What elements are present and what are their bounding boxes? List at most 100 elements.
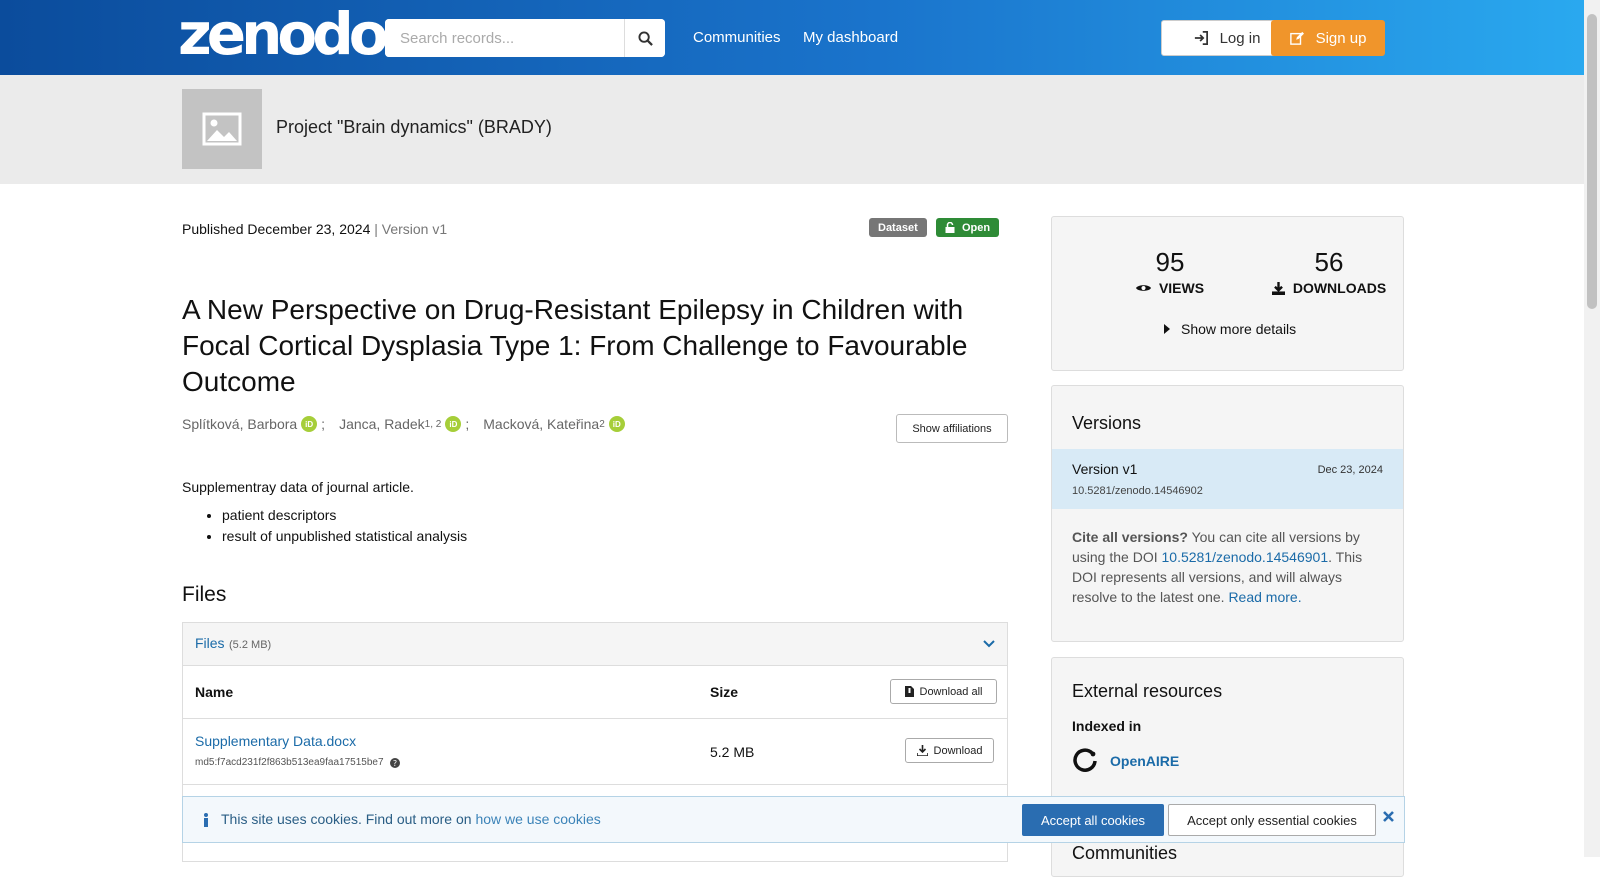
versions-card: Versions Version v1 Dec 23, 2024 10.5281… xyxy=(1051,385,1404,642)
version-text: | Version v1 xyxy=(374,221,448,237)
creator-separator: ; xyxy=(321,416,326,432)
version-doi: 10.5281/zenodo.14546902 xyxy=(1072,485,1203,497)
search-icon xyxy=(637,30,653,46)
search-box xyxy=(385,19,665,57)
close-icon[interactable] xyxy=(1383,811,1394,822)
show-affiliations-button[interactable]: Show affiliations xyxy=(896,414,1008,443)
creator-name: Janca, Radek xyxy=(339,416,425,432)
read-more-link[interactable]: Read more. xyxy=(1228,589,1301,605)
files-total-size: (5.2 MB) xyxy=(229,639,272,651)
badge-label: Dataset xyxy=(878,221,918,234)
orcid-icon[interactable]: iD xyxy=(608,416,625,432)
views-label: VIEWS xyxy=(1158,280,1205,296)
views-count: 95 xyxy=(1155,247,1185,277)
file-size: 5.2 MB xyxy=(710,744,755,760)
download-all-label: Download all xyxy=(919,685,983,698)
creator-item[interactable]: Janca, Radek 1, 2 iD xyxy=(339,416,462,432)
affiliation-sup: 1, 2 xyxy=(424,418,442,430)
creator-item[interactable]: Splítková, Barbora iD xyxy=(182,416,318,432)
cookie-policy-link[interactable]: how we use cookies xyxy=(475,811,600,827)
downloads-count: 56 xyxy=(1314,247,1344,277)
download-button[interactable]: Download xyxy=(905,738,994,763)
description-list: patient descriptors result of unpublishe… xyxy=(182,505,467,547)
scrollbar-thumb[interactable] xyxy=(1587,14,1597,309)
orcid-icon[interactable]: iD xyxy=(301,416,318,432)
sign-in-icon xyxy=(1194,31,1208,45)
image-placeholder-icon xyxy=(202,112,242,146)
creator-separator: ; xyxy=(465,416,470,432)
communities-heading: Communities xyxy=(1072,843,1178,863)
svg-text:?: ? xyxy=(392,759,396,768)
external-resources-card: External resources Indexed in OpenAIRE C… xyxy=(1051,657,1404,877)
caret-right-icon xyxy=(1164,324,1170,334)
unlock-icon xyxy=(945,222,955,233)
download-label: Download xyxy=(933,744,983,757)
external-resources-heading: External resources xyxy=(1072,681,1223,701)
creator-name: Splítková, Barbora xyxy=(182,416,298,432)
cookie-message: This site uses cookies. Find out more on… xyxy=(221,811,601,827)
info-icon xyxy=(204,813,208,827)
access-status-badge[interactable]: Open xyxy=(936,218,1000,237)
downloads-stat: 56 DOWNLOADS xyxy=(1254,247,1404,296)
files-accordion-header[interactable]: Files (5.2 MB) xyxy=(183,623,1007,666)
cookie-banner: This site uses cookies. Find out more on… xyxy=(182,796,1405,843)
community-logo[interactable] xyxy=(182,89,262,169)
files-table-header: Name Size Download all xyxy=(183,666,1007,719)
file-checksum: md5:f7acd231f2f863b513ea9faa17515be7? xyxy=(195,757,400,768)
version-item-current[interactable]: Version v1 Dec 23, 2024 10.5281/zenodo.1… xyxy=(1052,449,1403,509)
nav-communities[interactable]: Communities xyxy=(693,29,781,46)
login-label: Log in xyxy=(1219,29,1261,47)
files-panel-label[interactable]: Files xyxy=(195,635,225,651)
search-input[interactable] xyxy=(385,19,624,57)
chevron-down-icon[interactable] xyxy=(983,640,995,648)
column-name: Name xyxy=(195,684,234,700)
published-label: Published xyxy=(182,221,244,237)
cite-all-versions-text: Cite all versions? You can cite all vers… xyxy=(1072,527,1382,607)
record-title: A New Perspective on Drug-Resistant Epil… xyxy=(182,294,968,397)
column-size: Size xyxy=(710,684,739,700)
page-scrollbar[interactable] xyxy=(1584,0,1600,857)
accept-all-cookies-button[interactable]: Accept all cookies xyxy=(1022,804,1164,836)
openaire-icon xyxy=(1073,748,1097,772)
show-more-details-toggle[interactable]: Show more details xyxy=(1164,321,1296,337)
creator-name: Macková, Kateřina xyxy=(483,416,600,432)
list-item: result of unpublished statistical analys… xyxy=(222,526,467,547)
openaire-link[interactable]: OpenAIRE xyxy=(1072,748,1179,774)
openaire-label[interactable]: OpenAIRE xyxy=(1110,753,1179,769)
eye-icon xyxy=(1135,285,1151,291)
signup-button[interactable]: Sign up xyxy=(1271,20,1385,56)
resource-type-badge: Dataset xyxy=(869,218,927,237)
help-icon[interactable]: ? xyxy=(389,757,400,768)
community-title[interactable]: Project "Brain dynamics" (BRADY) xyxy=(276,117,552,138)
accept-essential-cookies-button[interactable]: Accept only essential cookies xyxy=(1168,804,1376,836)
nav-my-dashboard[interactable]: My dashboard xyxy=(803,29,898,46)
cite-bold: Cite all versions? xyxy=(1072,529,1188,545)
badge-label: Open xyxy=(962,221,991,234)
zenodo-logo[interactable]: zenodo xyxy=(178,5,389,63)
downloads-label: DOWNLOADS xyxy=(1292,280,1387,296)
download-icon xyxy=(1271,281,1285,295)
files-heading: Files xyxy=(182,583,227,606)
description-text: Supplementray data of journal article. xyxy=(182,479,414,495)
show-more-label: Show more details xyxy=(1181,321,1297,337)
affiliation-sup: 2 xyxy=(599,418,605,430)
published-date: December 23, 2024 xyxy=(247,221,371,237)
concept-doi-link[interactable]: 10.5281/zenodo.14546901 xyxy=(1162,549,1329,565)
version-label: Version v1 xyxy=(1072,461,1138,477)
checksum-text: md5:f7acd231f2f863b513ea9faa17515be7 xyxy=(195,757,384,768)
download-all-button[interactable]: Download all xyxy=(890,679,997,704)
stats-card: 95 VIEWS 56 DOWNLOADS Show more details xyxy=(1051,216,1404,371)
creators-list: Splítková, Barbora iD; Janca, Radek 1, 2 iD… xyxy=(182,416,625,432)
creator-item[interactable]: Macková, Kateřina 2 iD xyxy=(483,416,625,432)
versions-heading: Versions xyxy=(1072,413,1142,433)
table-row: Supplementary Data.docx md5:f7acd231f2f8… xyxy=(183,719,1007,785)
version-date: Dec 23, 2024 xyxy=(1317,464,1383,476)
search-button[interactable] xyxy=(624,19,665,57)
top-navbar: zenodo Communities My dashboard Log in S… xyxy=(0,0,1600,75)
publication-info: Published December 23, 2024 | Version v1 xyxy=(182,221,447,237)
signup-label: Sign up xyxy=(1315,29,1367,47)
file-name-link[interactable]: Supplementary Data.docx xyxy=(195,733,356,749)
orcid-icon[interactable]: iD xyxy=(445,416,462,432)
indexed-in-label: Indexed in xyxy=(1072,718,1142,734)
cookie-text: This site uses cookies. Find out more on xyxy=(221,811,476,827)
